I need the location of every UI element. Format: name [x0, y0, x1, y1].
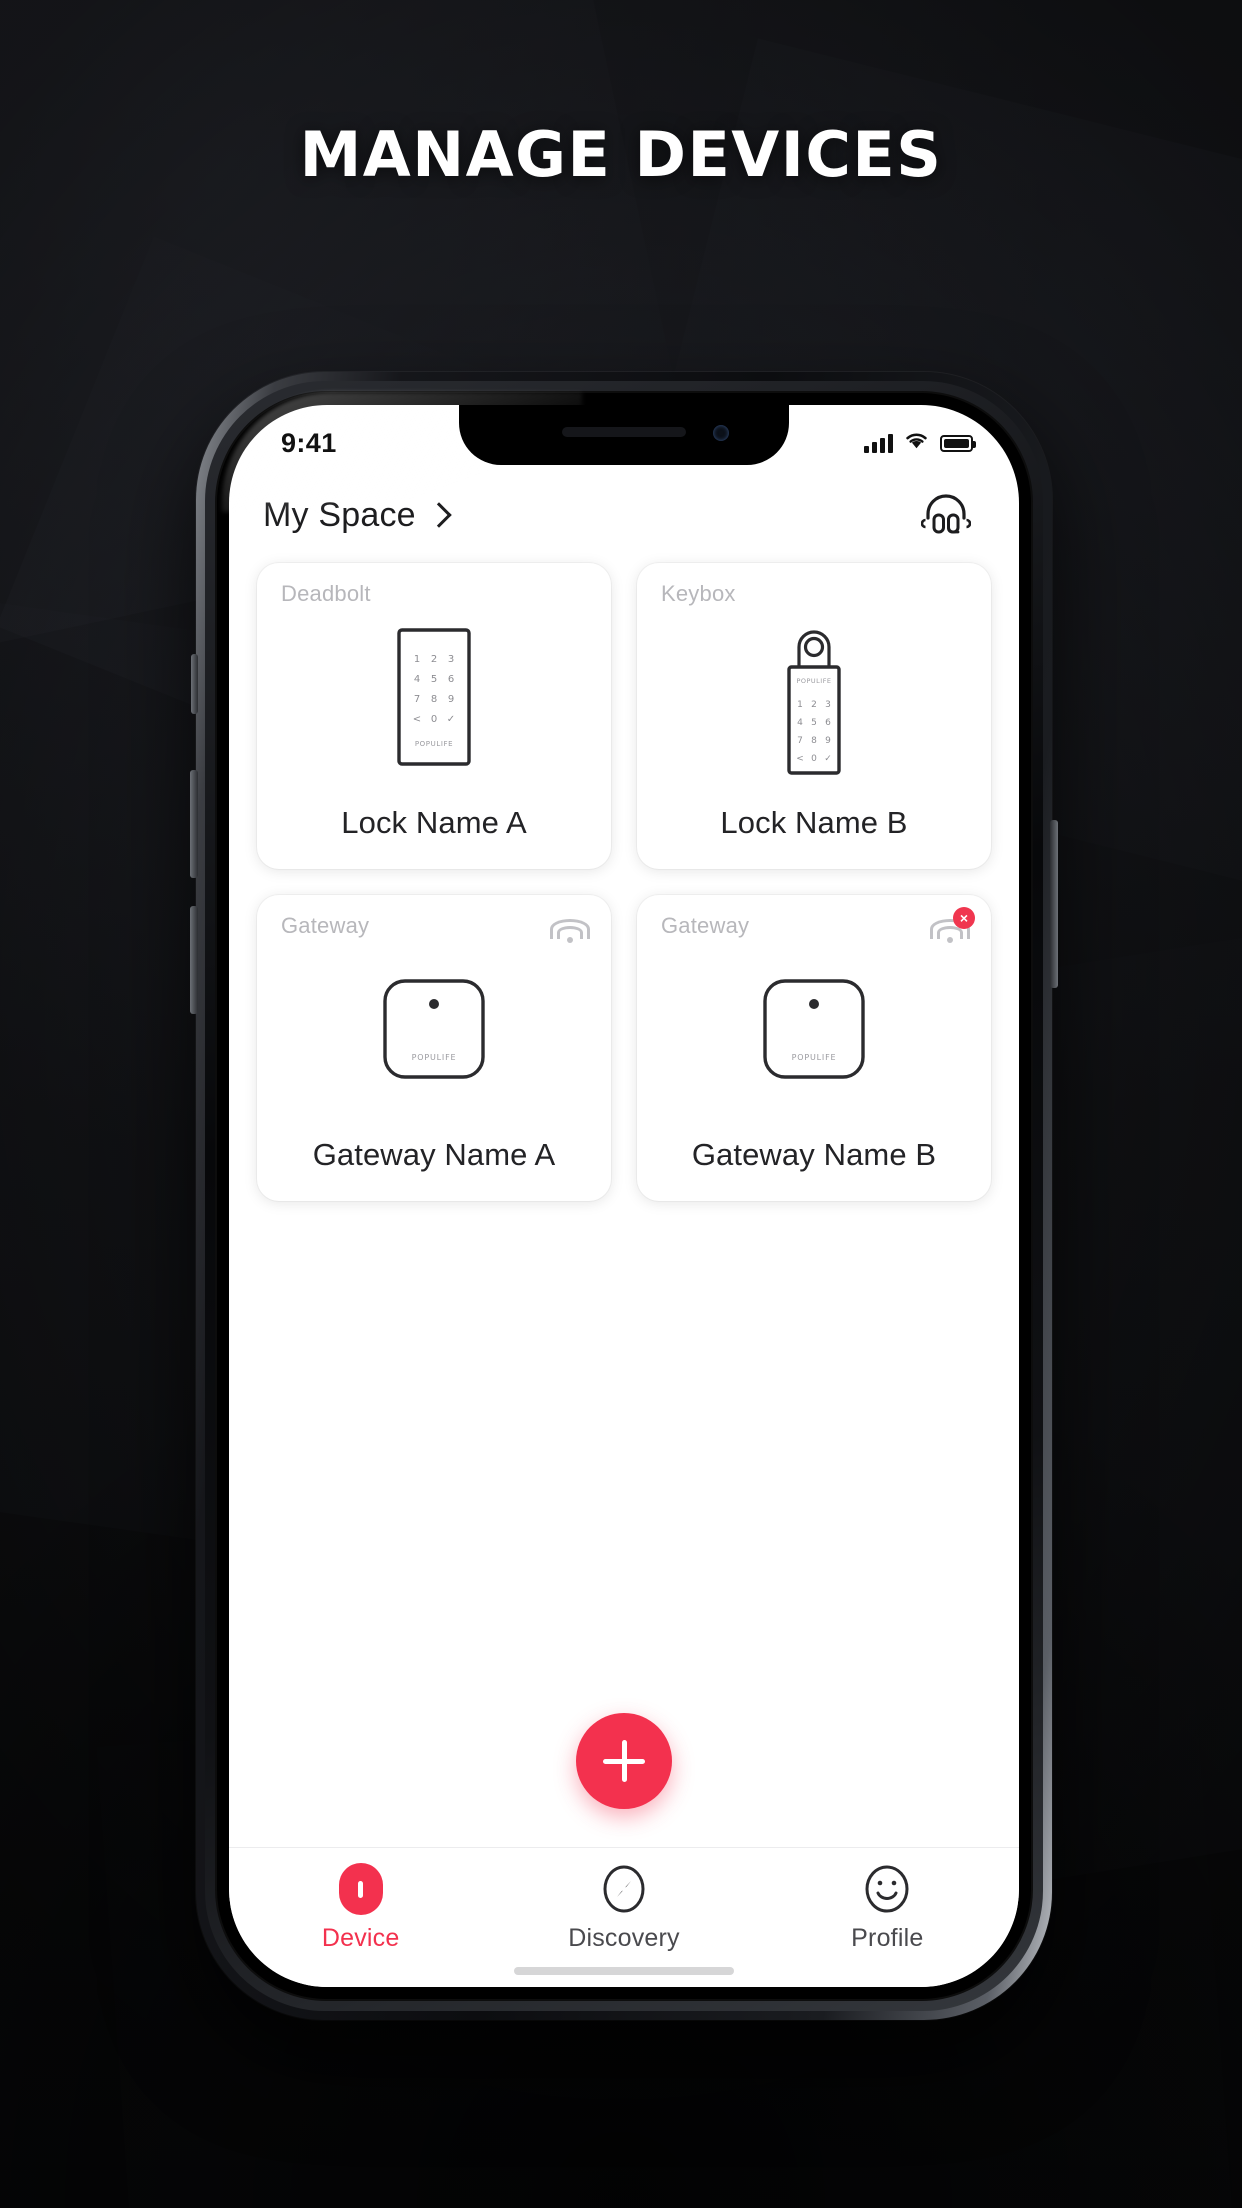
device-grid: Deadbolt 123 456 789 <0 ✓ POPULIFE Lock N… [229, 563, 1019, 1201]
device-type-label: Keybox [661, 581, 736, 606]
svg-text:6: 6 [825, 718, 831, 728]
device-type-label: Gateway [281, 913, 370, 938]
svg-text:✓: ✓ [447, 714, 455, 725]
device-name: Gateway Name A [312, 1137, 556, 1172]
svg-text:0: 0 [811, 754, 817, 764]
svg-text:9: 9 [448, 694, 454, 705]
headset-icon [920, 490, 972, 541]
svg-text:8: 8 [811, 736, 817, 746]
wifi-icon: × [929, 907, 975, 945]
svg-text:0: 0 [431, 714, 437, 725]
app-header: My Space [229, 467, 1019, 563]
lock-icon [338, 1863, 383, 1915]
wifi-icon [904, 431, 929, 455]
svg-text:POPULIFE: POPULIFE [792, 1053, 837, 1062]
svg-text:POPULIFE: POPULIFE [415, 740, 453, 748]
svg-text:8: 8 [431, 694, 437, 705]
page-title: MANAGE DEVICES [299, 118, 943, 191]
device-card-keybox[interactable]: Keybox POPULIFE 123 456 789 <0 ✓ Lock Na… [637, 563, 991, 869]
svg-text:7: 7 [797, 736, 803, 746]
svg-text:4: 4 [797, 718, 803, 728]
svg-text:1: 1 [414, 654, 420, 665]
offline-badge-icon: × [953, 907, 975, 929]
tab-label: Device [321, 1924, 400, 1952]
svg-text:4: 4 [414, 674, 420, 685]
svg-text:POPULIFE: POPULIFE [412, 1053, 457, 1062]
add-device-button[interactable] [576, 1713, 672, 1809]
space-selector[interactable]: My Space [263, 495, 452, 535]
volume-up-button[interactable] [190, 770, 198, 878]
smiley-icon [863, 1864, 911, 1914]
svg-text:✓: ✓ [824, 754, 832, 764]
volume-down-button[interactable] [190, 906, 198, 1014]
svg-text:7: 7 [414, 694, 420, 705]
chevron-right-icon [426, 502, 452, 528]
phone-screen: 9:41 My Space Deadbolt 1 2 3 4 5 6 7 8 9… [229, 405, 1019, 1987]
svg-text:5: 5 [811, 718, 817, 728]
tab-discovery[interactable]: Discovery [524, 1864, 724, 1953]
gateway-offline-status: × [929, 907, 975, 945]
svg-text:3: 3 [448, 654, 454, 665]
device-card-gateway-a[interactable]: Gateway POPULIFE Gateway Name A [257, 895, 611, 1201]
silent-switch[interactable] [191, 654, 198, 714]
plus-icon [621, 1740, 627, 1782]
cellular-bars-icon [864, 433, 893, 453]
space-name: My Space [263, 495, 416, 534]
svg-text:2: 2 [431, 654, 437, 665]
svg-text:1: 1 [797, 700, 803, 710]
device-card-deadbolt[interactable]: Deadbolt 123 456 789 <0 ✓ POPULIFE Lock N… [257, 563, 611, 869]
phone-mockup: 9:41 My Space Deadbolt 1 2 3 4 5 6 7 8 9… [190, 372, 1058, 2020]
device-type-label: Gateway [661, 913, 750, 938]
device-name: Lock Name B [720, 805, 908, 840]
device-name: Gateway Name B [691, 1137, 937, 1172]
tab-profile[interactable]: Profile [787, 1864, 987, 1953]
tab-label: Profile [851, 1924, 924, 1952]
compass-icon [601, 1864, 647, 1914]
device-card-gateway-b[interactable]: Gateway × POPULIFE Gateway Name B [637, 895, 991, 1201]
gateway-online-status [549, 911, 591, 945]
wifi-icon [549, 911, 591, 945]
bottom-tab-bar: Device Discovery Profile [229, 1847, 1019, 1987]
svg-text:3: 3 [825, 700, 831, 710]
svg-text:<: < [413, 714, 421, 725]
svg-text:5: 5 [431, 674, 437, 685]
status-bar: 9:41 [229, 405, 1019, 467]
power-button[interactable] [1050, 820, 1058, 988]
battery-full-icon [940, 434, 976, 452]
status-time: 9:41 [281, 427, 337, 458]
support-button[interactable] [917, 486, 975, 544]
svg-text:2: 2 [811, 700, 817, 710]
svg-text:<: < [796, 754, 804, 764]
tab-device[interactable]: Device [261, 1863, 461, 1953]
tab-label: Discovery [568, 1924, 680, 1952]
device-type-label: Deadbolt [281, 581, 371, 606]
svg-text:POPULIFE: POPULIFE [796, 677, 831, 685]
device-name: Lock Name A [341, 805, 527, 840]
home-indicator[interactable] [514, 1967, 734, 1975]
svg-text:9: 9 [825, 736, 831, 746]
svg-text:6: 6 [448, 674, 454, 685]
